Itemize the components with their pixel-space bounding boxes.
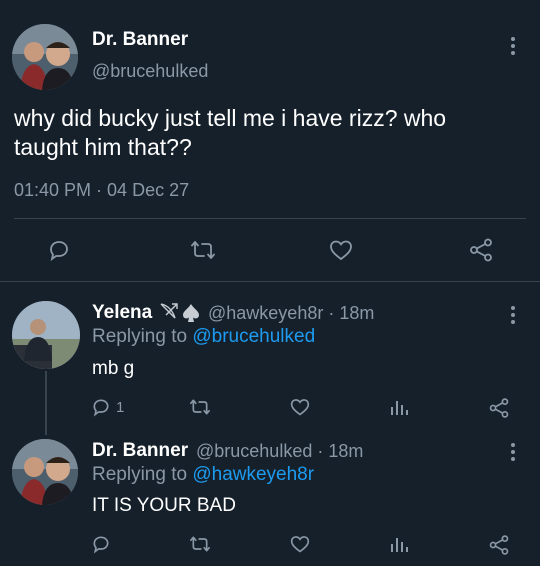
retweet-icon[interactable] (189, 397, 211, 417)
handle[interactable]: @brucehulked (92, 61, 208, 82)
thread-line (45, 371, 47, 435)
avatar[interactable] (12, 301, 80, 369)
share-icon[interactable] (488, 397, 510, 419)
more-icon[interactable] (510, 37, 516, 58)
share-icon[interactable] (468, 237, 494, 263)
analytics-icon[interactable] (389, 534, 409, 554)
tweet-text-line-2: taught him that?? (14, 134, 192, 160)
reply-text: mb g (92, 358, 135, 379)
reply-icon[interactable] (91, 534, 111, 554)
handle-time[interactable]: @hawkeyeh8r · 18m (208, 303, 374, 324)
reply-icon[interactable] (91, 397, 111, 417)
like-icon[interactable] (328, 238, 354, 262)
tweet-text-line-1: why did bucky just tell me i have rizz? … (14, 105, 447, 131)
more-icon[interactable] (510, 306, 516, 327)
reply-count: 1 (116, 399, 125, 416)
replying-prefix: Replying to (92, 464, 193, 485)
replying-to: Replying to @brucehulked (92, 326, 315, 348)
retweet-icon[interactable] (190, 238, 216, 262)
avatar[interactable] (12, 24, 78, 90)
share-icon[interactable] (488, 534, 510, 556)
like-icon[interactable] (289, 534, 311, 554)
more-icon[interactable] (510, 443, 516, 464)
spade-emoji (182, 303, 200, 323)
bow-arrow-emoji (157, 300, 181, 324)
replying-to: Replying to @hawkeyeh8r (92, 464, 314, 486)
handle-time[interactable]: @brucehulked · 18m (196, 441, 363, 462)
divider (14, 218, 526, 219)
avatar[interactable] (12, 439, 78, 505)
reply-text: IT IS YOUR BAD (92, 495, 236, 516)
replying-prefix: Replying to (92, 326, 193, 347)
replying-to-handle[interactable]: @brucehulked (192, 326, 315, 347)
display-name[interactable]: Yelena (92, 302, 152, 324)
timestamp: 01:40 PM · 04 Dec 27 (14, 180, 190, 200)
analytics-icon[interactable] (389, 397, 409, 417)
divider (0, 281, 540, 282)
display-name[interactable]: Dr. Banner (92, 29, 188, 51)
display-name[interactable]: Dr. Banner (92, 440, 188, 462)
like-icon[interactable] (289, 397, 311, 417)
retweet-icon[interactable] (189, 534, 211, 554)
reply-icon[interactable] (47, 238, 71, 262)
replying-to-handle[interactable]: @hawkeyeh8r (192, 464, 314, 485)
